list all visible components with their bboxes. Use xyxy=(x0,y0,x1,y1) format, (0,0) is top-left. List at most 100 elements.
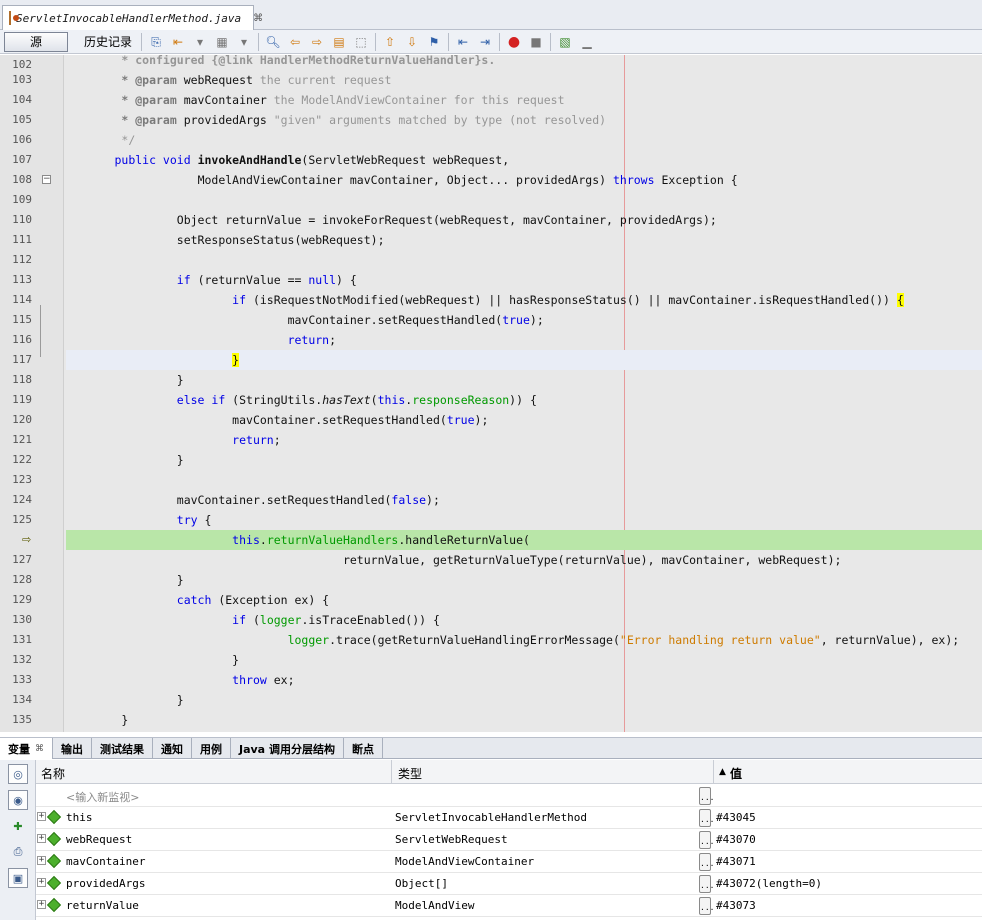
dropdown-icon[interactable]: ▾ xyxy=(235,33,253,51)
code-line: else if (StringUtils.hasText(this.respon… xyxy=(176,393,537,407)
table-row[interactable]: + mavContainer ModelAndViewContainer ...… xyxy=(36,851,982,873)
gutter-line: 130 xyxy=(0,610,64,630)
toolbar-separator xyxy=(258,32,260,51)
close-tab-icon[interactable]: ⌘ xyxy=(35,744,44,754)
line-number: 121 xyxy=(12,433,32,446)
field-icon xyxy=(46,809,62,825)
new-watch-icon[interactable]: ✚ xyxy=(8,816,28,836)
variables-options-icon[interactable]: ▣ xyxy=(8,868,28,888)
gutter-line: 117 xyxy=(0,350,64,370)
source-view-button[interactable]: 源 xyxy=(4,31,68,52)
line-number: 120 xyxy=(12,413,32,426)
show-inherited-icon[interactable]: ◉ xyxy=(8,790,28,810)
editor-tab-bar: ServletInvocableHandlerMethod.java ⌘ xyxy=(0,0,982,30)
comment-icon[interactable]: ▧ xyxy=(556,33,574,51)
code-line: } xyxy=(176,373,184,387)
previous-bookmark-icon[interactable]: ⇧ xyxy=(381,33,399,51)
tab-breakpoints[interactable]: 断点 xyxy=(344,738,383,759)
tab-output[interactable]: 输出 xyxy=(53,738,92,759)
history-view-button[interactable]: 历史记录 xyxy=(78,33,138,50)
code-line: } xyxy=(176,453,184,467)
expand-icon[interactable]: + xyxy=(37,878,46,887)
line-number: 113 xyxy=(12,273,32,286)
edit-value-button[interactable]: ... xyxy=(699,853,714,871)
edit-value-button[interactable]: ... xyxy=(699,831,714,849)
tab-use-cases[interactable]: 用例 xyxy=(192,738,231,759)
table-row[interactable]: + webRequest ServletWebRequest ... #4307… xyxy=(36,829,982,851)
code-line: */ xyxy=(121,133,136,147)
expand-icon[interactable]: + xyxy=(37,812,46,821)
column-divider[interactable] xyxy=(391,760,392,784)
code-line: } xyxy=(176,693,184,707)
uncomment-icon[interactable]: ▁ xyxy=(578,33,596,51)
tab-test-results[interactable]: 测试结果 xyxy=(92,738,153,759)
edit-value-button[interactable]: ... xyxy=(699,875,714,893)
edit-value-button[interactable]: ... xyxy=(699,897,714,915)
tab-notifications[interactable]: 通知 xyxy=(153,738,192,759)
sort-ascending-icon[interactable]: ▲ xyxy=(719,767,726,777)
toggle-highlight-icon[interactable]: ▤ xyxy=(330,33,348,51)
edit-value-button[interactable]: ... xyxy=(699,809,714,827)
show-static-icon[interactable]: ◎ xyxy=(8,764,28,784)
line-number: 125 xyxy=(12,513,32,526)
column-name[interactable]: 名称 xyxy=(41,765,65,782)
new-watch-row[interactable]: <输入新监视> ... xyxy=(36,785,982,807)
gutter-line: 122 xyxy=(0,450,64,470)
find-next-icon[interactable]: ⇨ xyxy=(308,33,326,51)
code-editor[interactable]: 102 103 104 105 106 107 108− 109 110 111… xyxy=(0,55,982,732)
edit-value-button[interactable]: ... xyxy=(699,787,714,805)
code-line: public void invokeAndHandle(ServletWebRe… xyxy=(114,153,510,167)
line-number: 135 xyxy=(12,713,32,726)
gutter-line: 135 xyxy=(0,710,64,730)
find-previous-icon[interactable]: ⇦ xyxy=(286,33,304,51)
toggle-bookmark-icon[interactable]: ⚑ xyxy=(425,33,443,51)
expand-icon[interactable]: + xyxy=(37,900,46,909)
gutter-line: 114 xyxy=(0,290,64,310)
gutter-line: 112 xyxy=(0,250,64,270)
tab-variables[interactable]: 变量 ⌘ xyxy=(0,738,53,759)
line-number: 108 xyxy=(12,173,32,186)
file-tab[interactable]: ServletInvocableHandlerMethod.java ⌘ xyxy=(2,5,263,30)
fold-collapse-icon[interactable]: − xyxy=(42,175,51,184)
close-tab-icon[interactable]: ⌘ xyxy=(253,13,263,24)
rect-select-icon[interactable]: ⬚ xyxy=(352,33,370,51)
line-number: 115 xyxy=(12,313,32,326)
table-row[interactable]: + returnValue ModelAndView ... #43073 xyxy=(36,895,982,917)
gutter-line: 128 xyxy=(0,570,64,590)
gutter-line: 103 xyxy=(0,70,64,90)
column-type[interactable]: 类型 xyxy=(398,765,422,782)
gutter-line: 120 xyxy=(0,410,64,430)
code-line: return; xyxy=(287,333,337,347)
line-number: 119 xyxy=(12,393,32,406)
column-value[interactable]: 值 xyxy=(730,765,742,782)
back-icon[interactable]: ⇤ xyxy=(169,33,187,51)
forward-icon[interactable]: ▾ xyxy=(191,33,209,51)
line-number: 112 xyxy=(12,253,32,266)
find-icon[interactable]: 🔍︎ xyxy=(264,33,282,51)
column-divider[interactable] xyxy=(713,760,714,784)
expand-icon[interactable]: + xyxy=(37,856,46,865)
field-icon xyxy=(46,831,62,847)
code-line: } xyxy=(232,653,240,667)
shift-right-icon[interactable]: ⇥ xyxy=(476,33,494,51)
code-line: if (isRequestNotModified(webRequest) || … xyxy=(232,293,904,307)
next-bookmark-icon[interactable]: ⇩ xyxy=(403,33,421,51)
stop-macro-icon[interactable]: ■ xyxy=(527,33,545,51)
evaluate-icon[interactable]: ⎙ xyxy=(8,842,28,862)
variables-side-toolbar: ◎ ◉ ✚ ⎙ ▣ xyxy=(0,760,36,920)
table-row[interactable]: + this ServletInvocableHandlerMethod ...… xyxy=(36,807,982,829)
shift-left-icon[interactable]: ⇤ xyxy=(454,33,472,51)
gutter-line: 131 xyxy=(0,630,64,650)
gutter-line: 107 xyxy=(0,150,64,170)
forward-disabled-icon[interactable]: ▦ xyxy=(213,33,231,51)
table-row[interactable]: + providedArgs Object[] ... #43072(lengt… xyxy=(36,873,982,895)
tab-call-hierarchy[interactable]: Java 调用分层结构 xyxy=(231,738,344,759)
line-number: 117 xyxy=(12,353,32,366)
expand-icon[interactable]: + xyxy=(37,834,46,843)
last-edit-icon[interactable]: ⎘ xyxy=(147,33,165,51)
gutter-line: 118 xyxy=(0,370,64,390)
line-number: 109 xyxy=(12,193,32,206)
start-macro-icon[interactable]: ● xyxy=(505,33,523,51)
debug-tab-bar: 变量 ⌘ 输出 测试结果 通知 用例 Java 调用分层结构 断点 xyxy=(0,737,982,759)
